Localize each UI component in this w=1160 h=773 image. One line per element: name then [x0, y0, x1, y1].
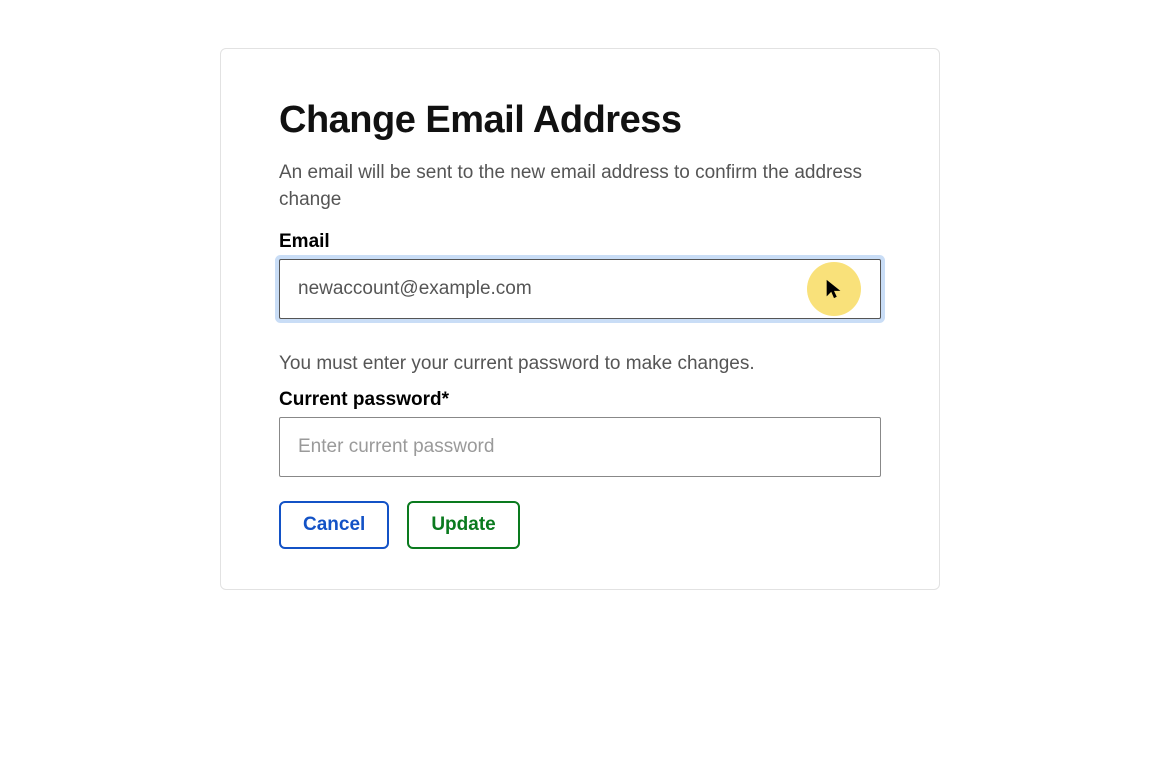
- cancel-button[interactable]: Cancel: [279, 501, 389, 549]
- password-note: You must enter your current password to …: [279, 353, 881, 375]
- page-title: Change Email Address: [279, 99, 881, 142]
- button-row: Cancel Update: [279, 501, 881, 549]
- email-field-group: [279, 259, 881, 319]
- password-field-group: [279, 417, 881, 477]
- email-label: Email: [279, 231, 881, 253]
- update-button[interactable]: Update: [407, 501, 519, 549]
- password-label: Current password*: [279, 389, 881, 411]
- email-input[interactable]: [279, 259, 881, 319]
- change-email-card: Change Email Address An email will be se…: [220, 48, 940, 590]
- current-password-input[interactable]: [279, 417, 881, 477]
- description-text: An email will be sent to the new email a…: [279, 160, 881, 213]
